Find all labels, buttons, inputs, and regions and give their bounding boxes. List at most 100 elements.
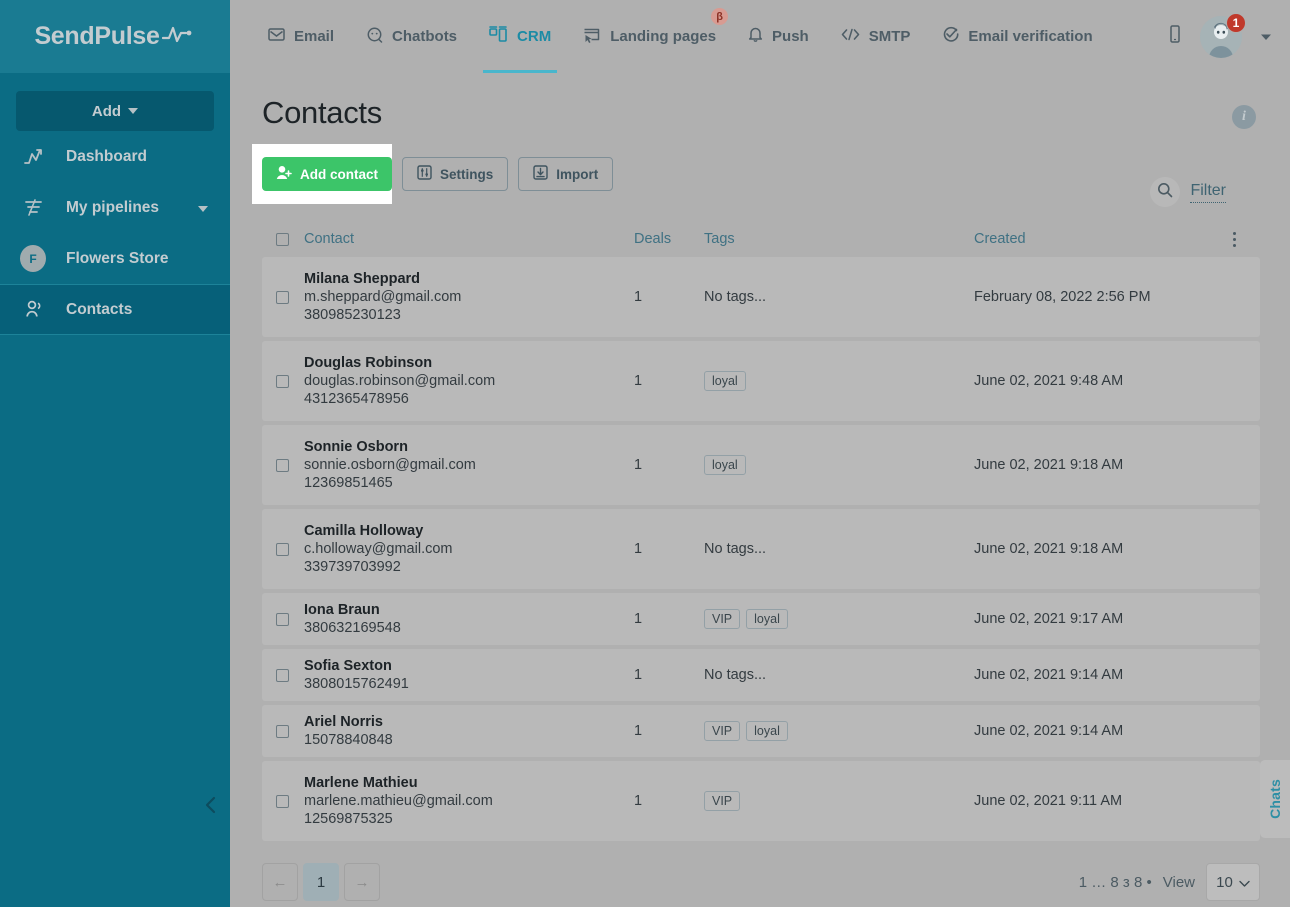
- tag-chip[interactable]: loyal: [704, 455, 746, 475]
- row-checkbox[interactable]: [276, 290, 289, 304]
- sidebar-item-flowers-store[interactable]: F Flowers Store: [0, 233, 230, 284]
- table-row[interactable]: Milana Sheppard m.sheppard@gmail.com 38098…: [262, 257, 1260, 337]
- table-row[interactable]: Sofia Sexton 3808015762491 1 No tags... June…: [262, 649, 1260, 701]
- table-row[interactable]: Marlene Mathieu marlene.mathieu@gmail.com…: [262, 761, 1260, 841]
- mobile-device-icon[interactable]: [1168, 24, 1182, 49]
- row-checkbox[interactable]: [276, 612, 289, 626]
- contact-email: c.holloway@gmail.com: [304, 541, 453, 557]
- chevron-down-icon[interactable]: [198, 199, 208, 217]
- contact-email: marlene.mathieu@gmail.com: [304, 793, 493, 809]
- settings-label: Settings: [440, 166, 494, 182]
- sidebar-collapse-button[interactable]: [0, 795, 230, 820]
- cell-deals: 1: [634, 611, 643, 627]
- table-row[interactable]: Camilla Holloway c.holloway@gmail.com 3397…: [262, 509, 1260, 589]
- tag-chip[interactable]: loyal: [746, 609, 788, 629]
- filter-button[interactable]: Filter: [1190, 182, 1226, 203]
- row-checkbox[interactable]: [276, 458, 289, 472]
- info-circle-icon[interactable]: i: [1232, 105, 1256, 129]
- column-header-deals[interactable]: Deals: [634, 231, 704, 247]
- brand-logo[interactable]: SendPulse: [0, 0, 230, 73]
- tab-label: Email verification: [968, 28, 1093, 45]
- row-checkbox[interactable]: [276, 374, 289, 388]
- tag-chip[interactable]: VIP: [704, 791, 741, 811]
- cell-created: June 02, 2021 9:11 AM: [974, 793, 1123, 809]
- contact-phone: 15078840848: [304, 732, 393, 748]
- tab-crm[interactable]: CRM: [473, 0, 567, 73]
- table-options-button[interactable]: [1222, 231, 1246, 247]
- tab-email[interactable]: Email: [252, 0, 350, 73]
- row-select-cell: [276, 724, 304, 738]
- chevron-left-icon: [204, 795, 218, 820]
- page-title: Contacts: [262, 95, 382, 130]
- envelope-icon: [268, 27, 285, 46]
- cell-tags: No tags...: [704, 288, 974, 306]
- pagination: ← 1 →: [262, 863, 380, 901]
- pagination-prev-button[interactable]: ←: [262, 863, 298, 901]
- add-contact-button[interactable]: Add contact: [262, 157, 393, 191]
- cell-created: June 02, 2021 9:14 AM: [974, 667, 1124, 683]
- tab-email-verification[interactable]: Email verification: [926, 0, 1108, 73]
- tab-push[interactable]: Push: [732, 0, 825, 73]
- contact-email: douglas.robinson@gmail.com: [304, 373, 496, 389]
- row-checkbox[interactable]: [276, 668, 289, 682]
- contact-name: Ariel Norris: [304, 714, 383, 730]
- profile-caret-down-icon[interactable]: [1260, 28, 1272, 46]
- tag-chip[interactable]: VIP: [704, 721, 741, 741]
- cell-tags: VIP: [704, 791, 974, 811]
- check-circle-icon: [942, 26, 959, 47]
- tag-chip[interactable]: VIP: [704, 609, 741, 629]
- sidebar-item-dashboard[interactable]: Dashboard: [0, 131, 230, 182]
- pagination-next-button[interactable]: →: [344, 863, 380, 901]
- row-checkbox[interactable]: [276, 542, 289, 556]
- row-checkbox[interactable]: [276, 794, 289, 808]
- tag-chip[interactable]: loyal: [746, 721, 788, 741]
- column-header-contact[interactable]: Contact: [304, 231, 634, 247]
- table-row[interactable]: Sonnie Osborn sonnie.osborn@gmail.com 1236…: [262, 425, 1260, 505]
- table-row[interactable]: Douglas Robinson douglas.robinson@gmail.c…: [262, 341, 1260, 421]
- table-row[interactable]: Ariel Norris 15078840848 1 VIP loyal June 02,…: [262, 705, 1260, 757]
- sidebar-item-contacts[interactable]: Contacts: [0, 284, 230, 335]
- cell-created: June 02, 2021 9:18 AM: [974, 541, 1124, 557]
- content-area: Contacts i Add contact Settings Import F…: [230, 73, 1290, 907]
- column-header-tags[interactable]: Tags: [704, 231, 974, 247]
- table-body: Milana Sheppard m.sheppard@gmail.com 38098…: [262, 257, 1260, 841]
- cell-contact: Douglas Robinson douglas.robinson@gmail.c…: [304, 355, 634, 407]
- page-size-select[interactable]: 10: [1206, 863, 1260, 901]
- add-contact-label: Add contact: [300, 166, 379, 182]
- tag-list: loyal: [704, 371, 974, 391]
- import-button[interactable]: Import: [518, 157, 614, 191]
- page-size-value: 10: [1216, 873, 1233, 891]
- sidebar-item-my-pipelines[interactable]: My pipelines: [0, 182, 230, 233]
- tab-chatbots[interactable]: Chatbots: [350, 0, 473, 73]
- contact-name: Iona Braun: [304, 602, 380, 618]
- tab-landing-pages[interactable]: Landing pages β: [567, 0, 732, 73]
- footer-right-group: 1 … 8 з 8 • View 10: [1079, 863, 1260, 901]
- row-checkbox[interactable]: [276, 724, 289, 738]
- cell-contact: Ariel Norris 15078840848: [304, 714, 634, 748]
- tag-list: VIP loyal: [704, 721, 974, 741]
- table-row[interactable]: Iona Braun 380632169548 1 VIP loyal June 02, …: [262, 593, 1260, 645]
- cell-deals: 1: [634, 541, 643, 557]
- chats-panel-toggle[interactable]: Chats: [1260, 760, 1290, 838]
- select-all-checkbox[interactable]: [276, 232, 289, 246]
- select-all-cell: [276, 232, 304, 246]
- tab-label: Email: [294, 28, 335, 45]
- tag-chip[interactable]: loyal: [704, 371, 746, 391]
- landing-page-icon: [583, 27, 601, 47]
- tab-smtp[interactable]: SMTP: [825, 0, 927, 73]
- row-select-cell: [276, 668, 304, 682]
- cell-contact: Marlene Mathieu marlene.mathieu@gmail.com…: [304, 775, 634, 827]
- cell-contact: Sonnie Osborn sonnie.osborn@gmail.com 1236…: [304, 439, 634, 491]
- sidebar-add-button[interactable]: Add: [16, 91, 214, 131]
- user-avatar-button[interactable]: 1: [1200, 12, 1246, 58]
- tag-list: VIP loyal: [704, 609, 974, 629]
- caret-down-icon: [128, 108, 139, 114]
- contact-phone: 4312365478956: [304, 391, 409, 407]
- contact-phone: 3808015762491: [304, 676, 409, 692]
- users-icon: [22, 300, 46, 319]
- settings-button[interactable]: Settings: [402, 157, 509, 191]
- search-button[interactable]: [1150, 177, 1181, 207]
- cell-tags: VIP loyal: [704, 721, 974, 741]
- pagination-page-1[interactable]: 1: [303, 863, 339, 901]
- column-header-created[interactable]: Created: [974, 231, 1222, 247]
